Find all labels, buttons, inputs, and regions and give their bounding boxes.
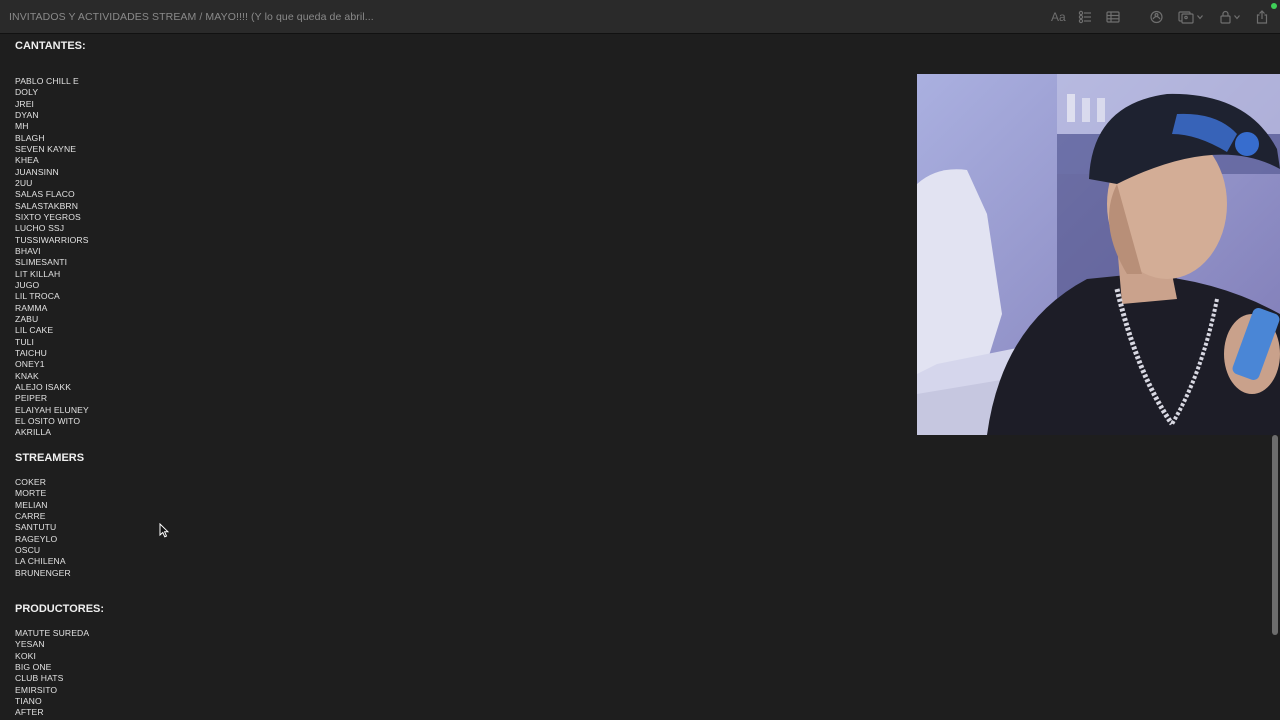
list-item: SIXTO YEGROS [15, 212, 81, 222]
list-item: MORTE [15, 488, 47, 499]
list-item: SEVEN KAYNE [15, 144, 77, 154]
list-item: BRUNENGER [15, 567, 71, 578]
scrollbar-thumb[interactable] [1272, 435, 1278, 635]
list-item: SALASTAKBRN [15, 200, 79, 211]
list-item: MATUTE SUREDA [15, 628, 90, 638]
lock-icon[interactable] [1220, 9, 1241, 25]
note-title: INVITADOS Y ACTIVIDADES STREAM / MAYO!!!… [9, 11, 374, 23]
list-item: SANTUTU [15, 522, 57, 533]
list-item: TULI [15, 336, 35, 347]
table-icon[interactable] [1106, 9, 1120, 25]
mouse-pointer-icon [159, 522, 170, 543]
list-item: PEIPER [15, 393, 48, 404]
collaborate-icon[interactable] [1149, 9, 1164, 25]
section-heading: STREAMERS [15, 452, 85, 464]
webcam-overlay [917, 74, 1280, 435]
section-heading: CANTANTES: [15, 40, 86, 52]
status-indicator [1271, 3, 1277, 9]
list-item: OSCU [15, 545, 41, 555]
checklist-icon[interactable] [1078, 9, 1092, 25]
list-item: JUGO [15, 279, 40, 290]
list-item: AFTER [15, 707, 44, 718]
list-item: MH [15, 121, 29, 132]
list-item: CARRE [15, 511, 46, 521]
list-item: TIANO [15, 696, 42, 706]
list-item: MELIAN [15, 499, 48, 510]
list-item: LIL TROCA [15, 291, 60, 302]
list-item: KHEA [15, 155, 39, 166]
list-item: LA CHILENA [15, 556, 66, 567]
list-item: KNAK [15, 370, 39, 381]
list-item: ELAIYAH ELUNEY [15, 404, 89, 415]
list-item: RAGEYLO [15, 533, 58, 544]
list-item: JUANSINN [15, 166, 59, 177]
list-item: ALEJO ISAKK [15, 381, 72, 392]
list-item: ZABU [15, 313, 39, 324]
list-item: EMIRSITO [15, 684, 58, 695]
list-item: JREI [15, 98, 35, 109]
list-item: SLIMESANTI [15, 257, 68, 268]
list-item: ONEY1 [15, 359, 45, 370]
notes-toolbar: INVITADOS Y ACTIVIDADES STREAM / MAYO!!!… [0, 0, 1280, 34]
list-item: EL OSITO WITO [15, 415, 81, 426]
list-item: AKRILLA [15, 427, 52, 438]
media-icon[interactable] [1178, 9, 1204, 25]
chevron-down-icon [1197, 15, 1203, 20]
text-format-label: Aa [1051, 10, 1066, 24]
list-item: LIL CAKE [15, 325, 54, 336]
text-format-icon[interactable]: Aa [1051, 9, 1066, 25]
list-item: CLUB HATS [15, 673, 64, 684]
list-item: PABLO CHILL E [15, 76, 79, 86]
webcam-image [917, 74, 1280, 435]
list-item: TAICHU [15, 347, 47, 358]
note-body[interactable]: CANTANTES: PABLO CHILL E DOLY JREI DYAN MH BLA… [15, 35, 895, 720]
list-item: BLAGH [15, 132, 45, 143]
section-heading: PRODUCTORES: [15, 603, 105, 615]
list-item: SALAS FLACO [15, 189, 75, 200]
list-item: BHAVI [15, 245, 41, 256]
list-item: RAMMA [15, 302, 48, 313]
list-item: LUCHO SSJ [15, 223, 65, 234]
list-item: BIG ONE [15, 662, 52, 672]
list-item: YESAN [15, 639, 45, 650]
list-item: 2UU [15, 178, 33, 188]
list-item: TUSSIWARRIORS [15, 234, 89, 245]
list-item: LIT KILLAH [15, 268, 61, 279]
list-item: KOKI [15, 650, 36, 661]
list-item: COKER [15, 477, 47, 487]
list-item: DOLY [15, 87, 39, 98]
list-item: DYAN [15, 110, 39, 120]
share-icon[interactable] [1256, 9, 1268, 25]
chevron-down-icon [1234, 15, 1240, 20]
